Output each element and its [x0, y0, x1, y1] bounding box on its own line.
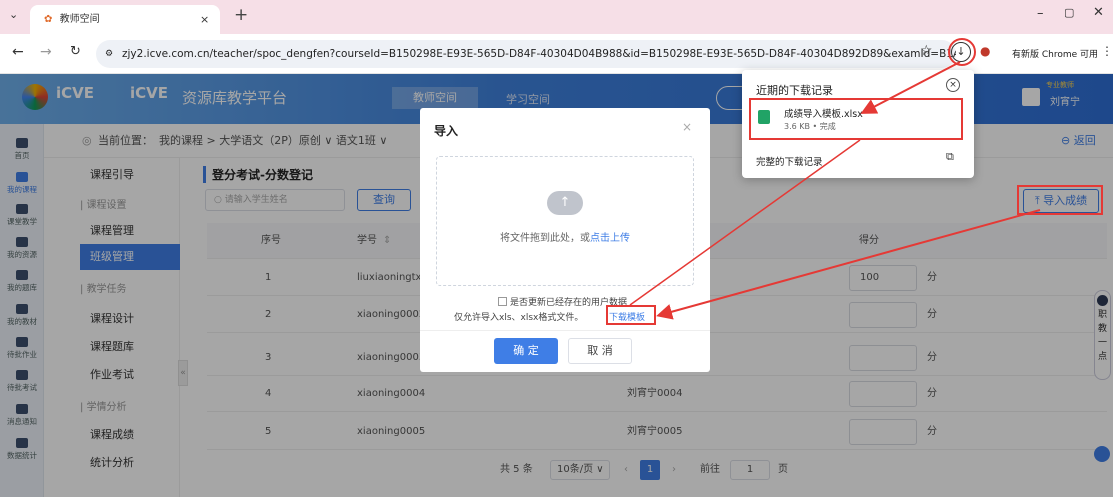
close-window-icon[interactable]: ✕: [1093, 5, 1104, 20]
downloads-title: 近期的下载记录: [756, 84, 833, 97]
confirm-button[interactable]: 确 定: [494, 338, 558, 364]
cancel-button[interactable]: 取 消: [568, 338, 632, 364]
format-hint: 仅允许导入xls、xlsx格式文件。: [454, 313, 584, 323]
tab-favicon-icon: ✿: [44, 14, 53, 25]
dialog-close-icon[interactable]: ×: [682, 120, 692, 134]
click-upload-link[interactable]: 点击上传: [590, 233, 630, 244]
url-text: zjy2.icve.com.cn/teacher/spoc_dengfen?co…: [122, 48, 956, 60]
restore-icon[interactable]: ▢: [1064, 6, 1074, 19]
upload-dropzone[interactable]: ↑ 将文件拖到此处，或点击上传: [436, 156, 694, 286]
minimize-icon[interactable]: –: [1037, 6, 1044, 21]
address-bar-row: ← → ↻ ⚙ zjy2.icve.com.cn/teacher/spoc_de…: [0, 34, 1113, 74]
bookmark-star-icon[interactable]: ☆: [920, 43, 933, 59]
annotation-box-download-item: [749, 98, 963, 140]
browser-tab[interactable]: ✿ 教师空间 ×: [30, 5, 220, 34]
browser-tab-bar: ⌄ ✿ 教师空间 × + – ▢ ✕: [0, 0, 1113, 34]
reload-icon[interactable]: ↻: [70, 44, 81, 59]
back-icon[interactable]: ←: [12, 44, 24, 60]
full-download-history-link[interactable]: 完整的下载记录: [756, 154, 823, 168]
tab-list-chevron-icon[interactable]: ⌄: [9, 8, 18, 21]
new-tab-icon[interactable]: +: [234, 5, 248, 25]
downloads-close-icon[interactable]: ×: [946, 78, 960, 92]
chrome-update-button[interactable]: 有新版 Chrome 可用: [1012, 47, 1098, 60]
dialog-title: 导入: [434, 124, 459, 138]
annotation-circle-download: [948, 38, 976, 66]
annotation-box-template-link: [606, 305, 656, 325]
forward-icon[interactable]: →: [40, 44, 52, 60]
tab-title: 教师空间: [59, 14, 100, 25]
cloud-upload-icon: ↑: [547, 191, 583, 215]
url-field[interactable]: ⚙ zjy2.icve.com.cn/teacher/spoc_dengfen?…: [96, 40, 956, 68]
profile-icon[interactable]: ●: [980, 44, 990, 58]
dropzone-text: 将文件拖到此处，或: [500, 233, 590, 244]
dialog-divider: [420, 330, 710, 331]
more-menu-icon[interactable]: ⋮: [1101, 44, 1113, 58]
site-info-icon[interactable]: ⚙: [105, 40, 113, 68]
checkbox-box[interactable]: [498, 297, 507, 306]
import-dialog: 导入 × ↑ 将文件拖到此处，或点击上传 是否更新已经存在的用户数据 仅允许导入…: [420, 108, 710, 372]
tab-close-icon[interactable]: ×: [200, 5, 209, 34]
annotation-box-import-button: [1017, 185, 1103, 215]
open-external-icon[interactable]: ⧉: [946, 150, 954, 164]
